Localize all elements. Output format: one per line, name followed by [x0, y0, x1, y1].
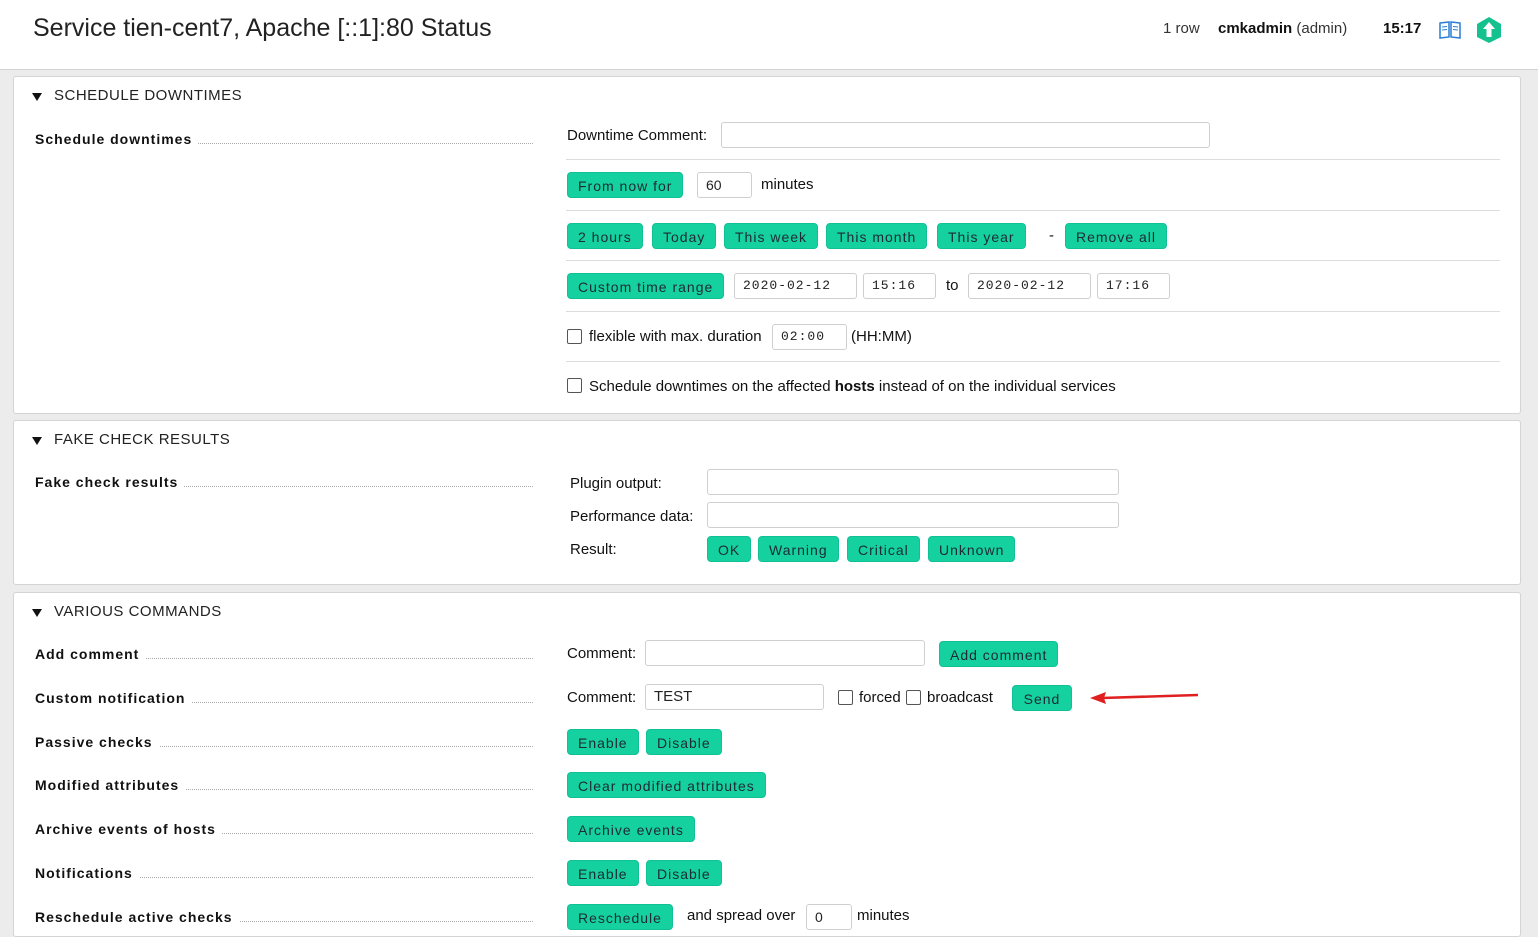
divider [566, 210, 1500, 211]
two-hours-button[interactable]: 2 hours [567, 223, 643, 249]
add-comment-button[interactable]: Add comment [939, 641, 1059, 667]
schedule-downtimes-header[interactable]: SCHEDULE DOWNTIMES [32, 87, 242, 104]
custom-notification-legend: Custom notification [35, 690, 533, 706]
dash-separator: - [1049, 227, 1054, 244]
divider [566, 361, 1500, 362]
add-comment-label: Comment: [567, 645, 637, 662]
checkmk-logo-icon[interactable] [1476, 16, 1502, 44]
plugin-output-label: Plugin output: [570, 475, 662, 492]
divider [566, 311, 1500, 312]
schedule-downtimes-legend: Schedule downtimes [35, 131, 533, 147]
clear-modified-attributes-button[interactable]: Clear modified attributes [567, 772, 766, 798]
flexible-duration-input[interactable]: 02:00 [772, 324, 847, 350]
notification-comment-label: Comment: [567, 689, 637, 706]
downtime-comment-input[interactable] [721, 122, 1210, 148]
hosts-downtime-checkbox[interactable] [567, 378, 582, 393]
hosts-downtime-label: Schedule downtimes on the affected hosts… [589, 378, 1116, 395]
passive-checks-legend: Passive checks [35, 734, 533, 750]
notification-comment-input[interactable]: TEST [645, 684, 824, 710]
start-time-input[interactable]: 15:16 [863, 273, 936, 299]
custom-time-range-button[interactable]: Custom time range [567, 273, 725, 299]
passive-enable-button[interactable]: Enable [567, 729, 639, 755]
notifications-legend: Notifications [35, 865, 533, 881]
row-count: 1 row [1163, 20, 1200, 37]
downtime-comment-label: Downtime Comment: [567, 127, 708, 144]
performance-data-input[interactable] [707, 502, 1119, 528]
collapse-triangle-icon [32, 93, 42, 102]
plugin-output-input[interactable] [707, 469, 1119, 495]
today-button[interactable]: Today [652, 223, 717, 249]
fake-check-results-header[interactable]: FAKE CHECK RESULTS [32, 431, 230, 448]
end-time-input[interactable]: 17:16 [1097, 273, 1170, 299]
passive-disable-button[interactable]: Disable [646, 729, 722, 755]
archive-events-legend: Archive events of hosts [35, 821, 533, 837]
spread-minutes-input[interactable]: 0 [806, 904, 852, 930]
minutes-label: minutes [761, 176, 814, 193]
flexible-checkbox[interactable] [567, 329, 582, 344]
user-name: cmkadmin [1218, 20, 1293, 37]
notifications-enable-button[interactable]: Enable [567, 860, 639, 886]
result-warning-button[interactable]: Warning [758, 536, 839, 562]
spread-unit-label: minutes [857, 907, 910, 924]
book-icon[interactable] [1438, 19, 1462, 39]
user-info[interactable]: cmkadmin (admin) [1218, 20, 1347, 37]
modified-attributes-legend: Modified attributes [35, 777, 533, 793]
archive-events-button[interactable]: Archive events [567, 816, 695, 842]
result-label: Result: [570, 541, 617, 558]
to-label: to [946, 277, 959, 294]
this-week-button[interactable]: This week [724, 223, 819, 249]
collapse-triangle-icon [32, 609, 42, 618]
reschedule-legend: Reschedule active checks [35, 909, 533, 925]
notifications-disable-button[interactable]: Disable [646, 860, 722, 886]
forced-label: forced [859, 689, 901, 706]
divider [566, 260, 1500, 261]
this-year-button[interactable]: This year [937, 223, 1026, 249]
from-now-button[interactable]: From now for [567, 172, 684, 198]
page-title: Service tien-cent7, Apache [::1]:80 Stat… [33, 14, 492, 42]
result-critical-button[interactable]: Critical [847, 536, 920, 562]
performance-data-label: Performance data: [570, 508, 694, 525]
broadcast-label: broadcast [927, 689, 993, 706]
this-month-button[interactable]: This month [826, 223, 928, 249]
collapse-triangle-icon [32, 437, 42, 446]
start-date-input[interactable]: 2020-02-12 [734, 273, 857, 299]
flexible-unit-label: (HH:MM) [851, 328, 912, 345]
top-bar: Service tien-cent7, Apache [::1]:80 Stat… [0, 0, 1538, 70]
reschedule-button[interactable]: Reschedule [567, 904, 673, 930]
divider [566, 159, 1500, 160]
user-role: (admin) [1296, 20, 1348, 37]
clock: 15:17 [1383, 20, 1422, 37]
minutes-input[interactable]: 60 [697, 172, 752, 198]
flexible-label: flexible with max. duration [589, 328, 762, 345]
add-comment-input[interactable] [645, 640, 925, 666]
forced-checkbox[interactable] [838, 690, 853, 705]
broadcast-checkbox[interactable] [906, 690, 921, 705]
remove-all-button[interactable]: Remove all [1065, 223, 1168, 249]
fake-check-results-legend: Fake check results [35, 474, 533, 490]
end-date-input[interactable]: 2020-02-12 [968, 273, 1091, 299]
result-ok-button[interactable]: OK [707, 536, 751, 562]
annotation-arrow-icon [1090, 692, 1199, 704]
add-comment-legend: Add comment [35, 646, 533, 662]
send-button[interactable]: Send [1012, 685, 1072, 711]
various-commands-header[interactable]: VARIOUS COMMANDS [32, 603, 222, 620]
spread-label: and spread over [687, 907, 796, 924]
result-unknown-button[interactable]: Unknown [928, 536, 1016, 562]
